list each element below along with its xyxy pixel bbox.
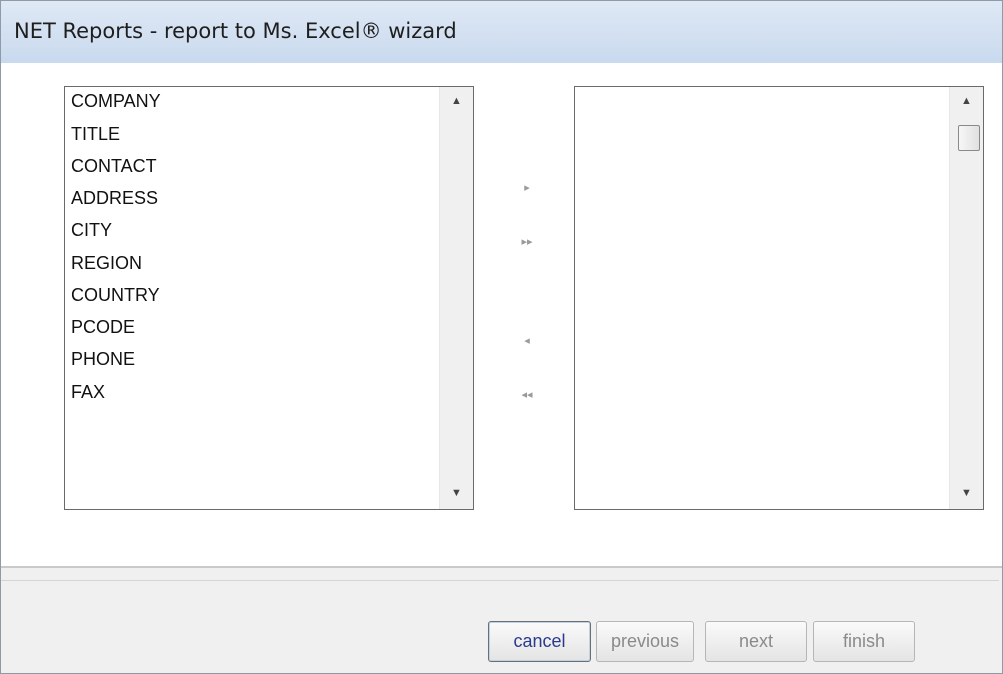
- list-item-pcode[interactable]: PCODE: [71, 317, 135, 338]
- list-item-phone[interactable]: PHONE: [71, 349, 135, 370]
- list-item-region[interactable]: REGION: [71, 253, 142, 274]
- title-bar: NET Reports - report to Ms. Excel® wizar…: [1, 1, 1002, 63]
- list-item-title[interactable]: TITLE: [71, 124, 120, 145]
- finish-button[interactable]: finish: [813, 621, 915, 662]
- scroll-down-arrow-icon[interactable]: ▼: [950, 487, 983, 499]
- selected-fields-items: [575, 87, 948, 509]
- scroll-up-arrow-icon[interactable]: ▲: [950, 95, 983, 107]
- list-item-contact[interactable]: CONTACT: [71, 156, 157, 177]
- available-fields-list[interactable]: COMPANY TITLE CONTACT ADDRESS CITY REGIO…: [64, 86, 474, 510]
- list-item-country[interactable]: COUNTRY: [71, 285, 160, 306]
- move-all-right-button[interactable]: ▸▸: [513, 235, 541, 248]
- window-title: NET Reports - report to Ms. Excel® wizar…: [14, 19, 457, 43]
- wizard-window: NET Reports - report to Ms. Excel® wizar…: [0, 0, 1003, 674]
- button-bar-inner: cancel previous next finish: [1, 580, 999, 662]
- next-button[interactable]: next: [705, 621, 807, 662]
- list-item-address[interactable]: ADDRESS: [71, 188, 158, 209]
- move-left-button[interactable]: ◂: [513, 334, 541, 347]
- scrollbar-thumb[interactable]: [958, 125, 980, 151]
- selected-fields-scrollbar[interactable]: ▲ ▼: [949, 87, 983, 509]
- move-right-button[interactable]: ▸: [513, 181, 541, 194]
- button-bar: cancel previous next finish: [1, 566, 1002, 673]
- scroll-up-arrow-icon[interactable]: ▲: [440, 95, 473, 107]
- scroll-down-arrow-icon[interactable]: ▼: [440, 487, 473, 499]
- selected-fields-list[interactable]: ▲ ▼: [574, 86, 984, 510]
- previous-button[interactable]: previous: [596, 621, 694, 662]
- available-fields-items: COMPANY TITLE CONTACT ADDRESS CITY REGIO…: [65, 87, 438, 509]
- available-fields-scrollbar[interactable]: ▲ ▼: [439, 87, 473, 509]
- list-item-city[interactable]: CITY: [71, 220, 112, 241]
- cancel-button[interactable]: cancel: [488, 621, 591, 662]
- list-item-company[interactable]: COMPANY: [71, 91, 161, 112]
- move-all-left-button[interactable]: ◂◂: [513, 388, 541, 401]
- list-item-fax[interactable]: FAX: [71, 382, 105, 403]
